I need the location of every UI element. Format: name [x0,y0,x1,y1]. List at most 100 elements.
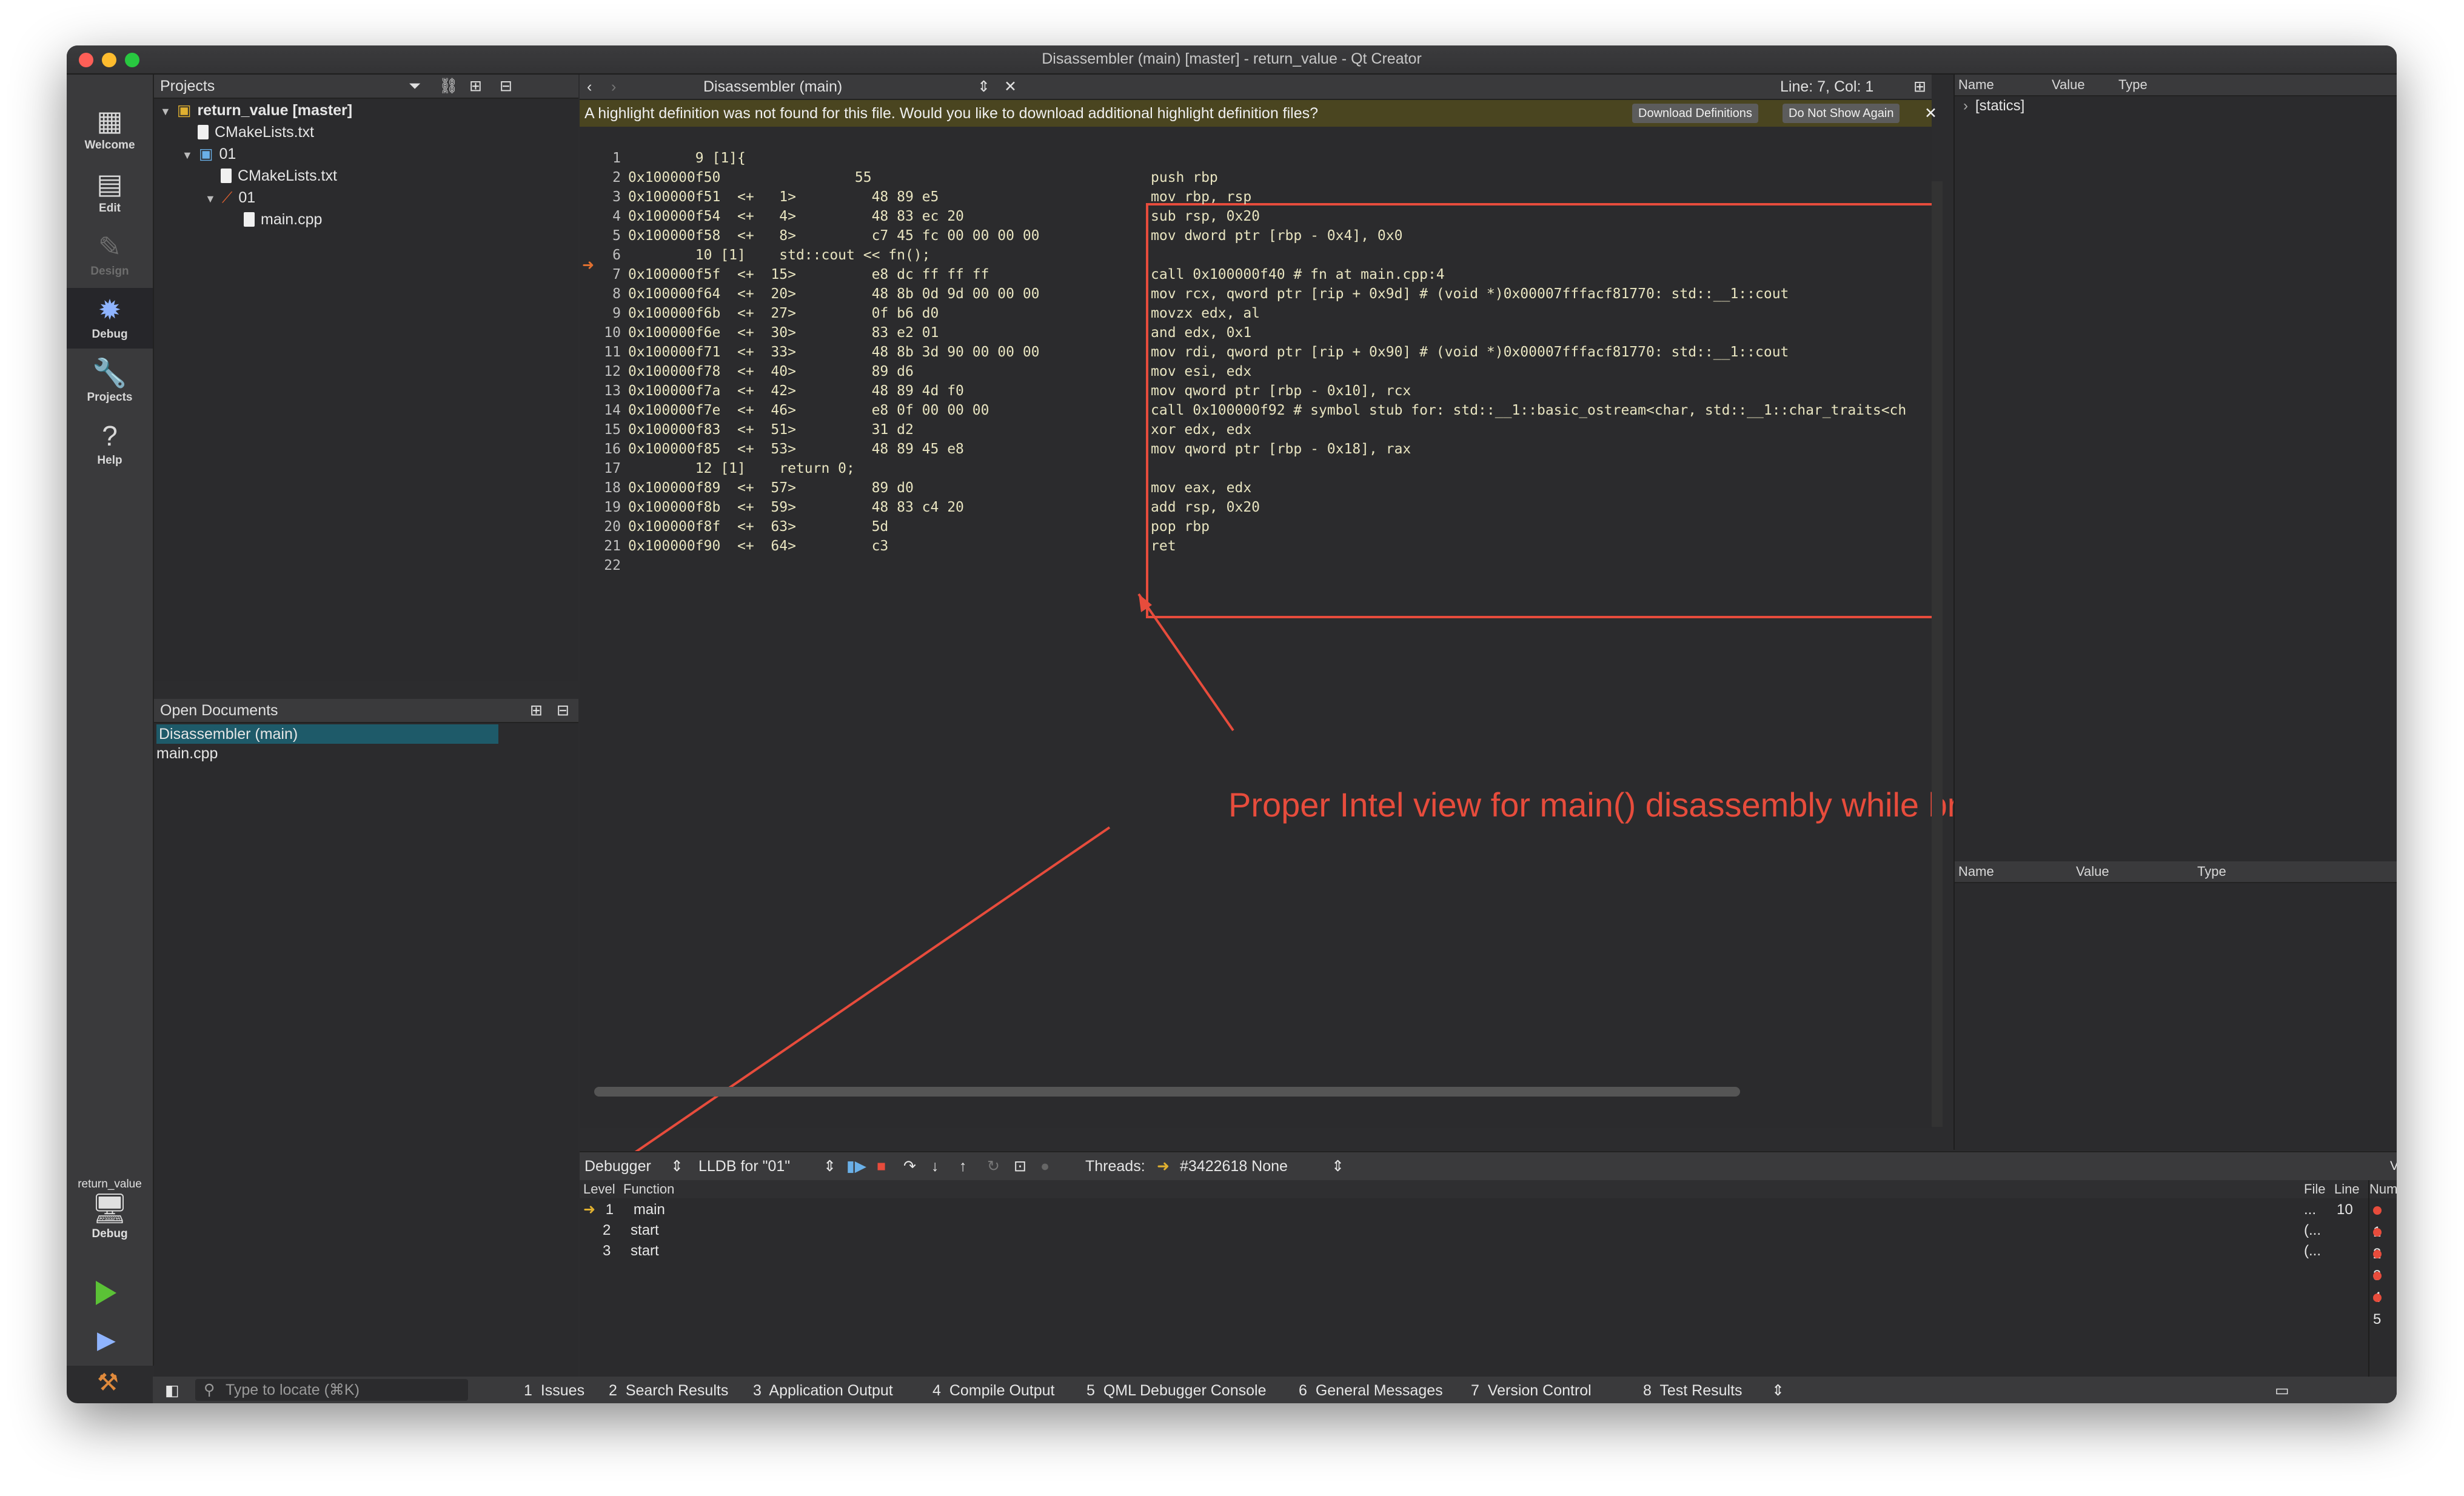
breakpoint-1[interactable]: 1 [2373,1200,2397,1240]
code-line: 0x100000f7e <+ 46> e8 0f 00 00 00 [628,402,989,418]
breakpoint-toggle-icon[interactable]: ● [1040,1152,1050,1180]
asm-line: mov rdi, qword ptr [rip + 0x90] # (void … [1151,344,1789,360]
link-icon[interactable]: ⛓ [439,75,458,98]
back-icon[interactable]: ‹ [587,75,592,99]
editor-horizontal-scrollbar[interactable] [594,1087,1740,1097]
filter-icon[interactable]: ⏷ [409,75,421,98]
download-definitions-button[interactable]: Download Definitions [1632,104,1758,123]
tab-qml-debugger-console[interactable]: 5 QML Debugger Console [1086,1377,1266,1403]
stack-row-2[interactable]: 2 start [603,1220,659,1241]
restart-icon[interactable]: ↻ [987,1152,1000,1180]
open-doc-main-cpp[interactable]: main.cpp [156,744,218,763]
stack-row-3-file: (... [2304,1243,2321,1259]
target-icon: ⟋ [221,189,233,206]
breakpoint-2[interactable]: 2 [2373,1221,2397,1262]
tab-general-messages[interactable]: 6 General Messages [1299,1377,1443,1403]
stack-row-1[interactable]: ➜ 1 main [583,1200,665,1220]
project-tree: ▼ ▣ return_value [master] CMakeLists.txt ▼… [154,99,578,681]
debugger-mode-select[interactable]: Debugger [584,1152,651,1180]
stack-row-2-file: (... [2304,1222,2321,1238]
continue-icon[interactable]: ▮▶ [846,1152,866,1180]
mode-projects[interactable]: 🔧 Projects [67,351,153,412]
tree-item-folder-01[interactable]: ▼ ▣ 01 [182,144,236,164]
mode-help[interactable]: ? Help [67,414,153,475]
welcome-icon: ▦ [96,105,123,136]
breakpoint-icon [2373,1294,2382,1302]
status-bar: ◧ ⚲ Type to locate (⌘K) 1 Issues 2 Searc… [153,1377,2397,1403]
line-number: 19 [604,499,621,515]
tree-item-main-cpp[interactable]: main.cpp [244,209,322,230]
toggle-output-icon[interactable]: ▭ [2275,1377,2289,1403]
breakpoint-5[interactable]: 5 [2373,1287,2397,1327]
views-button[interactable]: Views [2390,1152,2397,1180]
tab-test-results[interactable]: 8 Test Results [1643,1377,1743,1403]
open-doc-disassembler[interactable]: Disassembler (main) [156,724,498,744]
project-folder-icon: ▣ [176,102,192,119]
mode-welcome[interactable]: ▦ Welcome [67,99,153,159]
document-selector[interactable]: Disassembler (main) [703,75,842,99]
split-icon[interactable]: ⊞ [469,75,482,98]
instruction-mode-icon[interactable]: ⊡ [1014,1152,1026,1180]
breakpoint-3[interactable]: 3 [2373,1243,2397,1284]
code-line: 0x100000f6e <+ 30> 83 e2 01 [628,325,939,341]
code-line: 0x100000f85 <+ 53> 48 89 45 e8 [628,441,964,457]
step-out-icon[interactable]: ↑ [959,1152,967,1180]
tab-application-output[interactable]: 3 Application Output [753,1377,893,1403]
forward-icon[interactable]: › [611,75,616,99]
split-icon[interactable]: ⊞ [1913,75,1926,99]
line-number: 9 [612,306,621,321]
mode-debug[interactable]: ✹ Debug [67,288,153,349]
line-number: 10 [604,325,621,341]
breakpoint-icon [2373,1228,2382,1237]
tab-search-results[interactable]: 2 Search Results [609,1377,728,1403]
split-icon[interactable]: ⊞ [530,699,543,722]
cpp-file-icon [244,212,255,227]
close-pane-icon[interactable]: ⊟ [500,75,512,98]
breakpoint-4[interactable]: 4 [2373,1265,2397,1306]
tree-item-cmakelists[interactable]: CMakeLists.txt [198,122,314,142]
breakpoint-icon [2373,1250,2382,1258]
stack-row-3[interactable]: 3 start [603,1241,659,1261]
more-tabs-icon[interactable]: ⇕ [1772,1377,1784,1403]
build-hammer-icon[interactable]: ⚒ [97,1369,119,1397]
asm-line: mov qword ptr [rbp - 0x10], rcx [1151,383,1411,399]
debug-run-icon[interactable]: ▶ [97,1326,116,1354]
locals-statics-row[interactable]: › [statics] [1963,98,2024,115]
thread-select[interactable]: #3422618 None [1180,1152,1288,1180]
run-icon[interactable] [96,1281,116,1305]
tab-version-control[interactable]: 7 Version Control [1471,1377,1592,1403]
code-line: 0x100000f78 <+ 40> 89 d6 [628,364,914,379]
dropdown-icon[interactable]: ⇕ [977,75,990,99]
asm-line: ret [1151,538,1176,554]
tree-item-cmakelists-sub[interactable]: CMakeLists.txt [221,165,337,186]
open-documents-header: Open Documents ⊞ ⊟ [154,699,578,723]
tab-compile-output[interactable]: 4 Compile Output [932,1377,1055,1403]
chevron-down-icon: ▼ [160,105,171,118]
asm-line [1151,459,1939,478]
close-pane-icon[interactable]: ⊟ [557,699,569,722]
expressions-header: Name Value Type [1955,861,2397,883]
projects-pane-header: Projects ⏷ ⛓ ⊞ ⊟ [154,75,578,99]
close-document-icon[interactable]: ✕ [1004,75,1017,99]
step-over-icon[interactable]: ↷ [903,1152,916,1180]
locator-input[interactable]: ⚲ Type to locate (⌘K) [195,1379,468,1401]
stop-icon[interactable]: ■ [877,1152,886,1180]
mode-design: ✎ Design [67,225,153,286]
tab-issues[interactable]: 1 Issues [524,1377,584,1403]
step-into-icon[interactable]: ↓ [931,1152,939,1180]
toggle-sidebar-icon[interactable]: ◧ [165,1377,179,1403]
stack-divider [2368,1180,2369,1403]
tree-item-target-01[interactable]: ▼ ⟋ 01 [205,187,255,208]
stack-view [580,1198,2397,1403]
locals-pane: Name Value Type › [statics] Name Value Ty… [1953,75,2397,1150]
close-infobar-icon[interactable]: ✕ [1924,100,1937,127]
kit-selector[interactable]: return_value 🖥 Debug [67,1178,153,1241]
do-not-show-again-button[interactable]: Do Not Show Again [1783,104,1900,123]
asm-line: xor edx, edx [1151,422,1252,438]
asm-line: add rsp, 0x20 [1151,499,1260,515]
help-icon: ? [102,420,118,452]
frame-arrow-icon: ➜ [583,1201,596,1218]
engine-select[interactable]: LLDB for "01" [698,1152,790,1180]
mode-edit[interactable]: ▤ Edit [67,162,153,222]
tree-item-project[interactable]: ▼ ▣ return_value [master] [160,100,352,121]
